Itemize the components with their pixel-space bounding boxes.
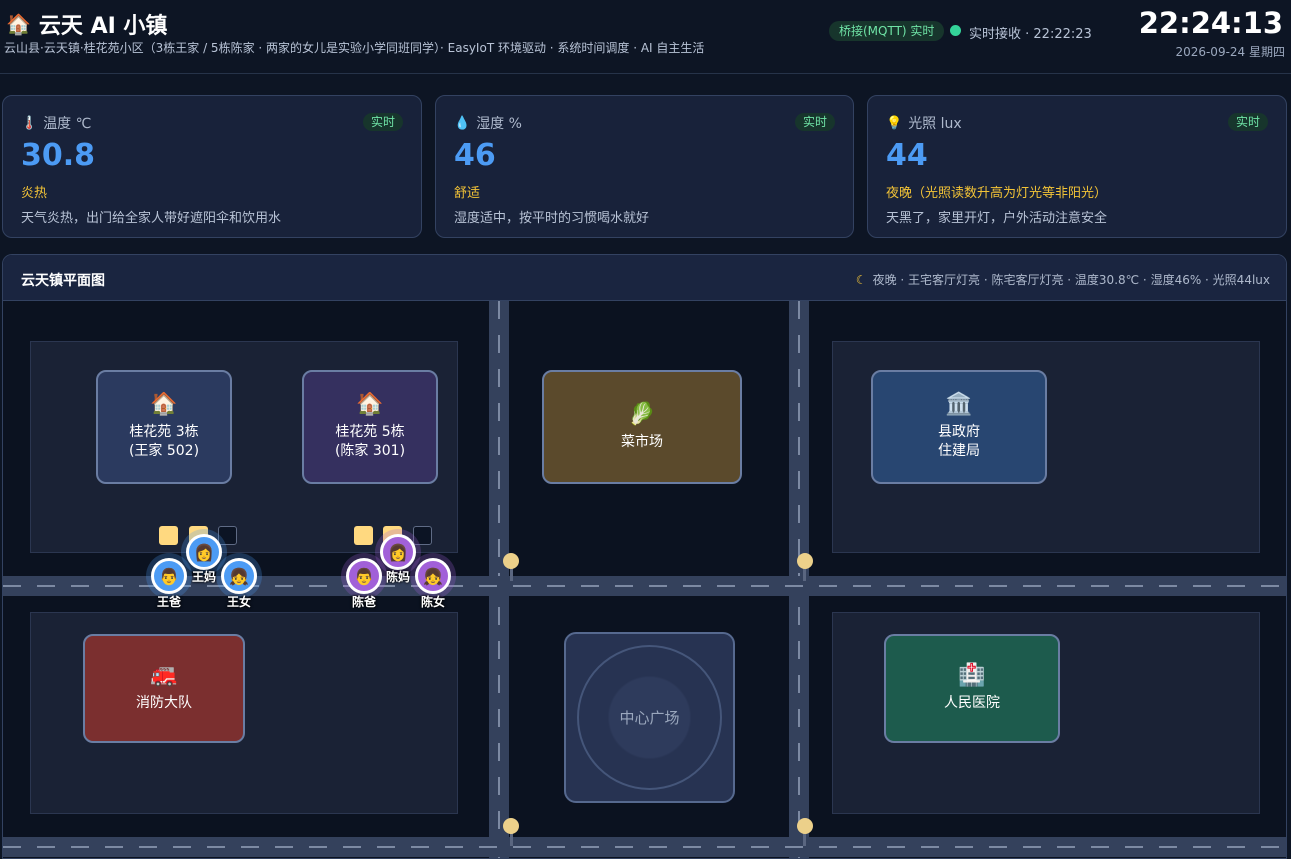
humidity-desc: 湿度适中，按平时的习惯喝水就好 (454, 211, 650, 226)
building-name: 桂花苑 5栋 (335, 424, 405, 440)
light-status: 夜晚（光照读数升高为灯光等非阳光） (886, 186, 1108, 201)
building-name: 人民医院 (944, 695, 1000, 711)
lightbulb-icon: 💡 (886, 115, 903, 131)
street-lamp-icon (503, 818, 519, 834)
street-lamp-icon (797, 553, 813, 569)
woman-doctor-icon: 👩 (388, 542, 408, 562)
moon-icon: ☾ (855, 272, 867, 287)
window-light-on (159, 526, 178, 545)
building-chen-home[interactable]: 🏠 桂花苑 5栋 (陈家 301) (302, 370, 438, 484)
child-icon: 👧 (229, 566, 249, 586)
street-lamp-icon (503, 553, 519, 569)
realtime-badge: 实时 (362, 113, 403, 131)
building-unit: (陈家 301) (334, 443, 406, 459)
building-name: 消防大队 (136, 695, 192, 711)
resident-chen-daughter[interactable]: 👧 (415, 558, 451, 594)
house-icon: 🏠 (6, 12, 31, 36)
resident-name: 陈女 (421, 595, 446, 609)
light-value: 44 (886, 138, 928, 173)
man-office-worker-icon: 👨 (159, 566, 179, 586)
app-title-text: 云天 AI 小镇 (38, 14, 168, 39)
temperature-label: 🌡️ 温度 ℃ (21, 113, 91, 133)
window-light-on (354, 526, 373, 545)
humidity-label-text: 湿度 % (476, 116, 522, 132)
resident-wang-mom[interactable]: 👩 (186, 534, 222, 570)
building-name: 菜市场 (621, 433, 663, 450)
system-clock: 22:24:13 (1138, 6, 1283, 40)
street-lamp-icon (797, 818, 813, 834)
resident-chen-dad[interactable]: 👨 (346, 558, 382, 594)
map-status-text: 夜晚 · 王宅客厅灯亮 · 陈宅客厅灯亮 · 温度30.8℃ · 湿度46% ·… (872, 273, 1270, 287)
resident-name: 陈妈 (386, 570, 411, 584)
lamp-post (803, 567, 806, 581)
house-icon: 🏠 (150, 392, 178, 417)
light-desc: 天黑了，家里开灯，户外活动注意安全 (886, 211, 1108, 226)
resident-wang-daughter[interactable]: 👧 (221, 558, 257, 594)
droplet-icon: 💧 (454, 115, 471, 131)
temperature-desc: 天气炎热，出门给全家人带好遮阳伞和饮用水 (21, 211, 282, 226)
lamp-post (510, 832, 513, 846)
resident-chen-mom[interactable]: 👩 (380, 534, 416, 570)
light-card: 💡 光照 lux 实时 44 夜晚（光照读数升高为灯光等非阳光） 天黑了，家里开… (867, 95, 1287, 238)
lamp-post (510, 567, 513, 581)
resident-name: 王妈 (192, 570, 217, 584)
humidity-label: 💧 湿度 % (454, 113, 522, 133)
building-market[interactable]: 🥬 菜市场 (542, 370, 742, 484)
mqtt-bridge-badge: 桥接(MQTT) 实时 (829, 21, 945, 41)
plaza-label: 中心广场 (619, 709, 680, 727)
app-title: 🏠 云天 AI 小镇 (6, 8, 167, 40)
house-icon: 🏠 (356, 392, 384, 417)
temperature-label-text: 温度 ℃ (43, 116, 92, 132)
building-hospital[interactable]: 🏥 人民医院 (884, 634, 1060, 743)
window-light-off (218, 526, 237, 545)
light-label-text: 光照 lux (908, 116, 962, 132)
humidity-card: 💧 湿度 % 实时 46 舒适 湿度适中，按平时的习惯喝水就好 (435, 95, 854, 238)
building-wang-home[interactable]: 🏠 桂花苑 3栋 (王家 502) (96, 370, 232, 484)
building-unit: (王家 502) (128, 443, 200, 459)
thermometer-icon: 🌡️ (21, 115, 38, 131)
road-horizontal-south (3, 837, 1286, 857)
light-label: 💡 光照 lux (886, 113, 962, 133)
system-date: 2026-09-24 星期四 (1175, 45, 1285, 59)
building-government[interactable]: 🏛️ 县政府 住建局 (871, 370, 1047, 484)
realtime-badge: 实时 (794, 113, 835, 131)
temperature-status: 炎热 (21, 186, 48, 201)
building-subname: 住建局 (938, 443, 980, 459)
window-light-off (413, 526, 432, 545)
map-header: 云天镇平面图 ☾ 夜晚 · 王宅客厅灯亮 · 陈宅客厅灯亮 · 温度30.8℃ … (3, 255, 1286, 301)
temperature-value: 30.8 (21, 138, 96, 173)
map-title: 云天镇平面图 (21, 273, 105, 289)
resident-name: 王爸 (157, 595, 182, 609)
building-name: 县政府 (938, 424, 980, 440)
resident-wang-dad[interactable]: 👨 (151, 558, 187, 594)
temperature-card: 🌡️ 温度 ℃ 实时 30.8 炎热 天气炎热，出门给全家人带好遮阳伞和饮用水 (2, 95, 422, 238)
map-status-info: ☾ 夜晚 · 王宅客厅灯亮 · 陈宅客厅灯亮 · 温度30.8℃ · 湿度46%… (856, 271, 1270, 288)
resident-name: 王女 (227, 595, 252, 609)
firefighter-icon: 👨 (354, 566, 374, 586)
woman-farmer-icon: 👩 (194, 542, 214, 562)
central-plaza[interactable]: 中心广场 (564, 632, 735, 803)
town-map-panel: 云天镇平面图 ☾ 夜晚 · 王宅客厅灯亮 · 陈宅客厅灯亮 · 温度30.8℃ … (2, 254, 1287, 859)
live-status-dot (950, 25, 961, 36)
building-fire-station[interactable]: 🚒 消防大队 (83, 634, 245, 743)
humidity-status: 舒适 (454, 186, 481, 201)
government-building-icon: 🏛️ (945, 392, 973, 417)
resident-name: 陈爸 (352, 595, 377, 609)
building-name: 桂花苑 3栋 (129, 424, 199, 440)
top-header: 🏠 云天 AI 小镇 云山县·云天镇·桂花苑小区（3栋王家 / 5栋陈家 · 两… (0, 0, 1291, 74)
humidity-value: 46 (454, 138, 496, 173)
realtime-badge: 实时 (1227, 113, 1268, 131)
app-subtitle: 云山县·云天镇·桂花苑小区（3栋王家 / 5栋陈家 · 两家的女儿是实验小学同班… (4, 41, 705, 55)
vegetable-icon: 🥬 (628, 401, 656, 427)
lamp-post (803, 832, 806, 846)
hospital-icon: 🏥 (958, 663, 986, 688)
receive-status: 实时接收 · 22:22:23 (969, 27, 1092, 42)
fire-engine-icon: 🚒 (150, 663, 178, 688)
child-icon: 👧 (423, 566, 443, 586)
